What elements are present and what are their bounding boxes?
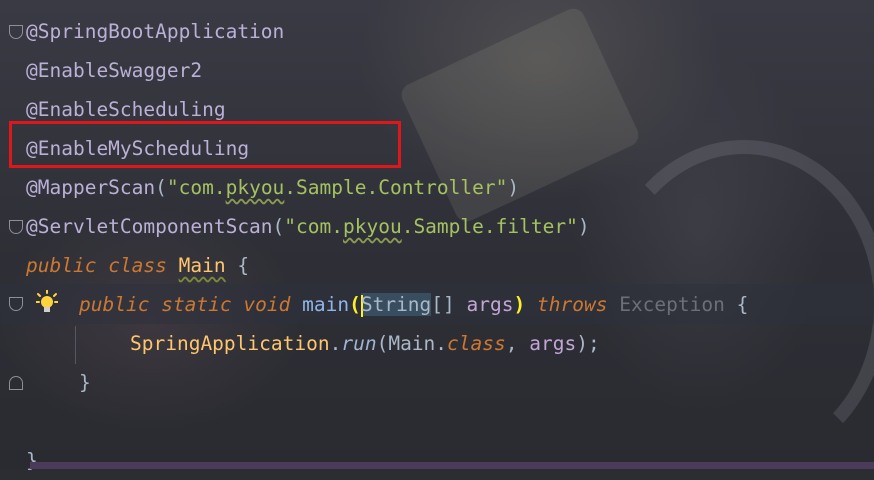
dot: . — [435, 332, 448, 355]
string-part: "com. — [284, 215, 343, 238]
annotation: @MapperScan — [26, 176, 156, 199]
statement-end: ); — [576, 332, 600, 355]
param-ref: args — [529, 332, 577, 355]
code-line-2[interactable]: @EnableSwagger2 — [26, 51, 202, 90]
brace: } — [79, 371, 91, 394]
code-line-7[interactable]: public class Main { — [26, 246, 249, 285]
annotation: @ServletComponentScan — [26, 215, 273, 238]
code-line-11[interactable]: } — [26, 441, 38, 480]
keyword: void — [243, 293, 291, 316]
keyword: class — [447, 332, 506, 355]
annotation: @EnableSwagger2 — [26, 59, 203, 82]
keyword: class — [108, 254, 167, 277]
annotation: @EnableScheduling — [26, 98, 226, 121]
lightbulb-icon[interactable] — [36, 290, 58, 316]
dot: . — [329, 332, 342, 355]
paren-match: ( — [349, 293, 361, 316]
code-line-5[interactable]: @MapperScan("com.pkyou.Sample.Controller… — [26, 168, 519, 207]
code-line-8[interactable]: public static void main(String[] args) t… — [79, 285, 748, 324]
keyword: static — [161, 293, 232, 316]
bottom-panel-edge — [30, 462, 874, 469]
fold-icon[interactable] — [9, 376, 23, 390]
editor-gutter — [0, 0, 23, 469]
paren: ) — [507, 176, 520, 199]
code-line-10[interactable]: } — [79, 363, 91, 402]
class-name: Main — [178, 254, 226, 277]
method-name: main — [302, 293, 350, 316]
code-line-6[interactable]: @ServletComponentScan("com.pkyou.Sample.… — [26, 207, 590, 246]
indent-guide — [75, 326, 76, 364]
brace: { — [237, 254, 250, 277]
paren: ( — [272, 215, 285, 238]
method-call: run — [341, 332, 377, 355]
code-line-1[interactable]: @SpringBootApplication — [26, 12, 284, 51]
string-part: .Sample.filter" — [401, 215, 578, 238]
typo-word: pkyou — [225, 176, 285, 199]
type-name: String — [360, 293, 432, 316]
keyword: public — [79, 293, 150, 316]
paren-match: ) — [513, 293, 526, 316]
array-brackets: [] — [431, 293, 455, 316]
class-ref: SpringApplication — [130, 332, 330, 355]
paren: ) — [577, 215, 590, 238]
param-name: args — [466, 293, 514, 316]
annotation: @SpringBootApplication — [26, 20, 285, 43]
typo-word: pkyou — [343, 215, 402, 238]
paren: ( — [376, 332, 389, 355]
string-part: .Sample.Controller" — [284, 176, 508, 199]
code-line-9[interactable]: SpringApplication.run(Main.class, args); — [130, 324, 600, 363]
keyword: public — [26, 254, 97, 277]
fold-icon[interactable] — [9, 25, 23, 39]
keyword: throws — [537, 293, 608, 316]
fold-icon[interactable] — [9, 220, 23, 234]
fold-icon[interactable] — [9, 297, 23, 311]
paren: ( — [155, 176, 167, 199]
string-part: "com. — [166, 176, 226, 199]
highlight-box — [9, 121, 401, 168]
comma: , — [505, 332, 530, 355]
class-ref: Main — [388, 332, 436, 355]
exception-name: Exception — [619, 293, 725, 316]
selected-text: String — [360, 293, 432, 317]
brace: { — [736, 293, 749, 316]
